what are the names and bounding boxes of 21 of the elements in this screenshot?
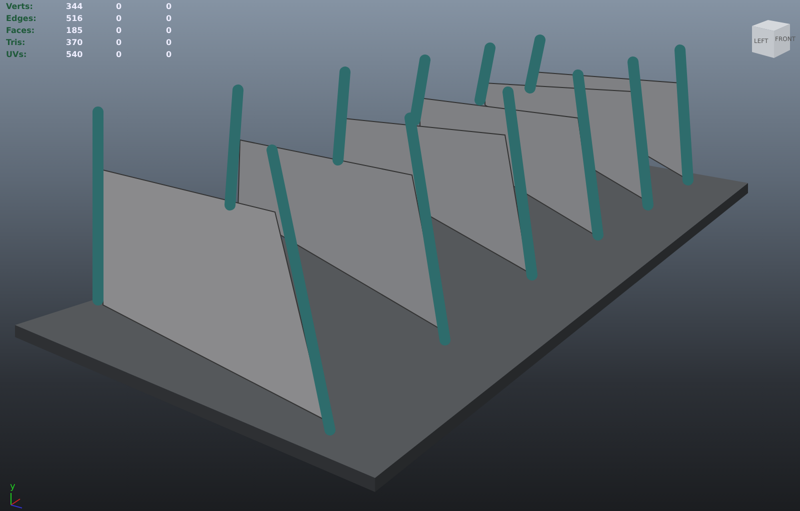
stat-label: UVs:: [6, 49, 28, 61]
stat-label: Tris:: [6, 37, 26, 49]
stat-value: 0: [116, 49, 123, 61]
stat-label: Faces:: [6, 25, 36, 37]
stat-value: 0: [166, 13, 173, 25]
stat-value: 185: [66, 25, 84, 37]
stat-value: 0: [116, 13, 123, 25]
stat-value: 0: [166, 1, 173, 13]
stat-value: 516: [66, 13, 84, 25]
stat-label: Verts:: [6, 1, 34, 13]
stat-value: 0: [116, 25, 123, 37]
stat-value: 0: [166, 49, 173, 61]
stat-value: 0: [166, 25, 173, 37]
stat-value: 0: [116, 1, 123, 13]
stat-value: 0: [116, 37, 123, 49]
stat-value: 370: [66, 37, 84, 49]
stat-label: Edges:: [6, 13, 38, 25]
stat-value: 0: [166, 37, 173, 49]
axis-label: y: [10, 483, 16, 492]
stat-value: 344: [66, 1, 84, 13]
stat-value: 540: [66, 49, 84, 61]
